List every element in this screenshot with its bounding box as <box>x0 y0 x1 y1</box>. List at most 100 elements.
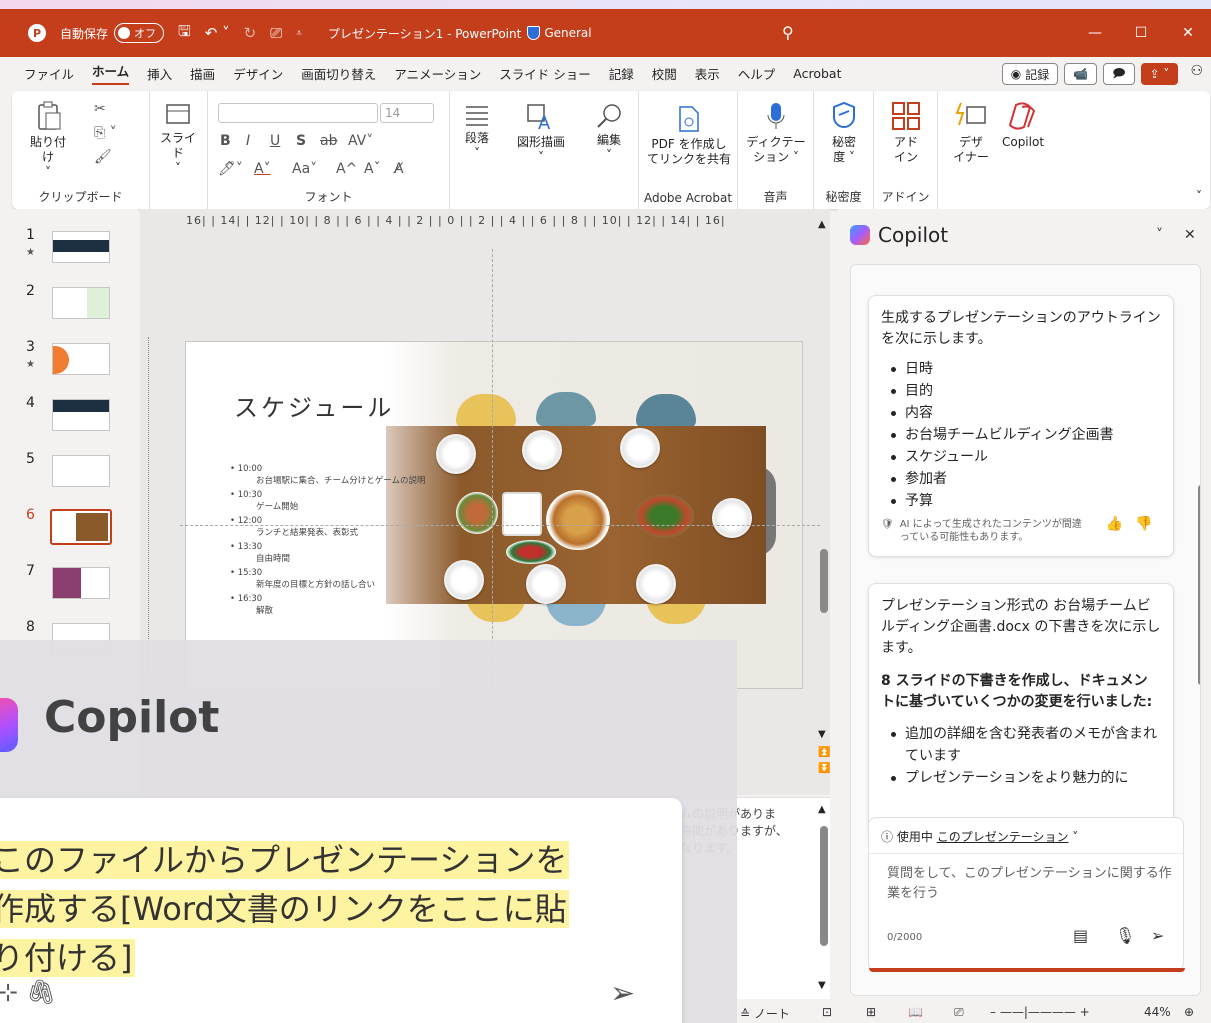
font-size-box[interactable]: 14 <box>380 103 434 123</box>
close-button[interactable]: ✕ <box>1165 9 1211 57</box>
scroll-thumb[interactable] <box>820 549 828 613</box>
fit-slide-icon[interactable]: ⊕ <box>1184 1005 1194 1019</box>
slideshow-start-icon[interactable]: ⎚ <box>270 24 282 42</box>
shrink-font-icon[interactable]: Aˇ <box>364 161 381 177</box>
sensitivity-button[interactable]: 秘密度 ˅ <box>822 101 866 165</box>
new-slide-button[interactable]: スライド ˅ <box>156 103 200 176</box>
context-link[interactable]: このプレゼンテーション <box>937 830 1069 844</box>
font-color-icon[interactable]: A˅ <box>254 161 271 177</box>
scroll-up-icon[interactable]: ▲ <box>818 219 826 230</box>
maximize-button[interactable]: ☐ <box>1118 9 1164 57</box>
normal-view-icon[interactable]: ⊡ <box>822 1005 832 1019</box>
zoom-level[interactable]: 44% <box>1144 1005 1171 1019</box>
shadow-icon[interactable]: S <box>296 133 306 149</box>
ribbon-collapse-icon[interactable]: ˅ <box>1196 189 1202 203</box>
redo-icon[interactable]: ↻ <box>244 24 257 42</box>
copilot-input[interactable]: ⓘ 使用中 このプレゼンテーション ˅ 質問をして、このプレゼンテーションに関す… <box>868 817 1185 972</box>
send-icon[interactable]: ➢ <box>610 976 635 1011</box>
tab-acrobat[interactable]: Acrobat <box>793 66 841 81</box>
thumbs-up-icon[interactable]: 👍 <box>1106 517 1123 531</box>
microphone-icon[interactable]: 🎙 <box>1115 926 1135 945</box>
reading-view-icon[interactable]: 📖 <box>908 1005 923 1019</box>
slide-thumbnail-5[interactable] <box>52 455 110 487</box>
context-selector[interactable]: ⓘ 使用中 このプレゼンテーション ˅ <box>869 818 1183 854</box>
slide-canvas[interactable]: スケジュール • 10:00 お台場駅に集合、チーム分けとゲームの説明 • 10… <box>185 341 803 689</box>
tab-review[interactable]: 校閲 <box>652 64 677 83</box>
teams-present-button[interactable]: 📹 <box>1064 63 1098 85</box>
overlay-prompt-card[interactable]: このファイルからプレゼンテーションを 作成する[Word文書のリンクをここに貼 … <box>0 798 682 1023</box>
cut-icon[interactable]: ✂ <box>94 101 106 117</box>
slide-thumbnail-7[interactable] <box>52 567 110 599</box>
paste-button[interactable]: 貼り付け ˅ <box>28 101 68 180</box>
prompt-placeholder[interactable]: 質問をして、このプレゼンテーションに関する作業を行う <box>887 864 1177 904</box>
slide-thumbnail-1[interactable] <box>52 231 110 263</box>
share-button[interactable]: ⇪ ˅ <box>1140 63 1179 85</box>
slideshow-view-icon[interactable]: ⎚ <box>954 1005 964 1020</box>
slide-thumbnail-4[interactable] <box>52 399 110 431</box>
clear-format-icon[interactable]: A̸ <box>394 161 404 177</box>
prompt-guide-icon[interactable]: ▤ <box>1073 926 1088 945</box>
tab-draw[interactable]: 描画 <box>190 64 215 83</box>
tab-design[interactable]: デザイン <box>233 64 283 83</box>
record-button[interactable]: ◉ 記録 <box>1001 63 1059 85</box>
save-icon[interactable]: 🖫 <box>178 21 191 46</box>
autosave-toggle[interactable]: オフ <box>114 23 165 43</box>
slide-thumbnail-3[interactable] <box>52 343 110 375</box>
pane-options-icon[interactable]: ˅ <box>1156 227 1163 243</box>
attach-icon[interactable]: ⊹ 🖇 <box>0 978 56 1006</box>
slide-thumbnail-6[interactable] <box>50 509 112 545</box>
scroll-up-icon[interactable]: ▲ <box>818 804 826 815</box>
grow-font-icon[interactable]: A^ <box>336 161 357 177</box>
font-name-box[interactable] <box>218 103 378 123</box>
addins-button[interactable]: アド イン <box>886 101 926 165</box>
scroll-thumb[interactable] <box>820 826 828 946</box>
schedule-list[interactable]: • 10:00 お台場駅に集合、チーム分けとゲームの説明 • 10:30 ゲーム… <box>230 464 426 620</box>
slide-sorter-icon[interactable]: ⊞ <box>866 1005 876 1019</box>
tab-animations[interactable]: アニメーション <box>394 64 481 83</box>
edit-button[interactable]: 編集 ˅ <box>584 103 634 163</box>
copilot-ribbon-button[interactable]: Copilot <box>996 101 1050 150</box>
highlighter-icon[interactable]: 🖊˅ <box>218 161 243 177</box>
customize-qat-icon[interactable]: ⩡ <box>296 28 302 39</box>
prev-slide-icon[interactable]: ⏫ <box>818 747 830 758</box>
dictate-button[interactable]: ディクテー ション ˅ <box>746 101 806 165</box>
pane-close-icon[interactable]: ✕ <box>1184 227 1196 243</box>
character-spacing-icon[interactable]: AV˅ <box>348 133 373 149</box>
search-icon[interactable]: ⚲ <box>782 23 794 42</box>
notes-scrollbar[interactable]: ▲ ▼ <box>817 804 831 994</box>
slide-thumbnail-2[interactable] <box>52 287 110 319</box>
change-case-icon[interactable]: Aa˅ <box>292 161 317 177</box>
tab-view[interactable]: 表示 <box>695 64 720 83</box>
editor-scrollbar[interactable]: ▲ ▼ ⏫ ⏬ <box>817 219 831 779</box>
format-painter-icon[interactable]: 🖌 <box>94 149 112 165</box>
zoom-slider[interactable]: – ——|———— + <box>990 1005 1090 1019</box>
undo-icon[interactable]: ↶ ˅ <box>205 24 230 42</box>
tab-file[interactable]: ファイル <box>24 64 74 83</box>
scroll-down-icon[interactable]: ▼ <box>818 980 826 991</box>
tab-home[interactable]: ホーム <box>92 61 130 85</box>
slide-title[interactable]: スケジュール <box>234 388 394 423</box>
comments-button[interactable]: 🗩 <box>1103 63 1135 85</box>
people-icon[interactable]: ⚇ <box>1190 63 1203 85</box>
scroll-down-icon[interactable]: ▼ <box>818 729 826 740</box>
copy-icon[interactable]: ⎘ ˅ <box>94 125 117 141</box>
tab-record[interactable]: 記録 <box>609 64 634 83</box>
paragraph-button[interactable]: 段落 ˅ <box>452 103 502 161</box>
send-icon[interactable]: ➢ <box>1151 926 1164 945</box>
italic-icon[interactable]: I <box>246 133 250 149</box>
next-slide-icon[interactable]: ⏬ <box>818 763 830 774</box>
underline-icon[interactable]: U <box>270 133 280 149</box>
tab-help[interactable]: ヘルプ <box>738 64 776 83</box>
designer-button[interactable]: デザ イナー <box>946 101 996 165</box>
strikethrough-icon[interactable]: ab <box>320 133 337 149</box>
minimize-button[interactable]: — <box>1072 9 1118 57</box>
notes-toggle[interactable]: ≙ ノート <box>740 1005 790 1022</box>
tab-insert[interactable]: 挿入 <box>147 64 172 83</box>
thumbs-down-icon[interactable]: 👎 <box>1135 517 1152 531</box>
tab-slideshow[interactable]: スライド ショー <box>499 64 590 83</box>
create-pdf-button[interactable]: PDF を作成し てリンクを共有 <box>647 105 731 167</box>
bold-icon[interactable]: B <box>220 133 231 149</box>
chat-scroll-thumb[interactable] <box>1198 485 1200 685</box>
shapes-button[interactable]: A 図形描画 ˅ <box>510 103 572 165</box>
sensitivity-label[interactable]: General <box>544 26 591 40</box>
